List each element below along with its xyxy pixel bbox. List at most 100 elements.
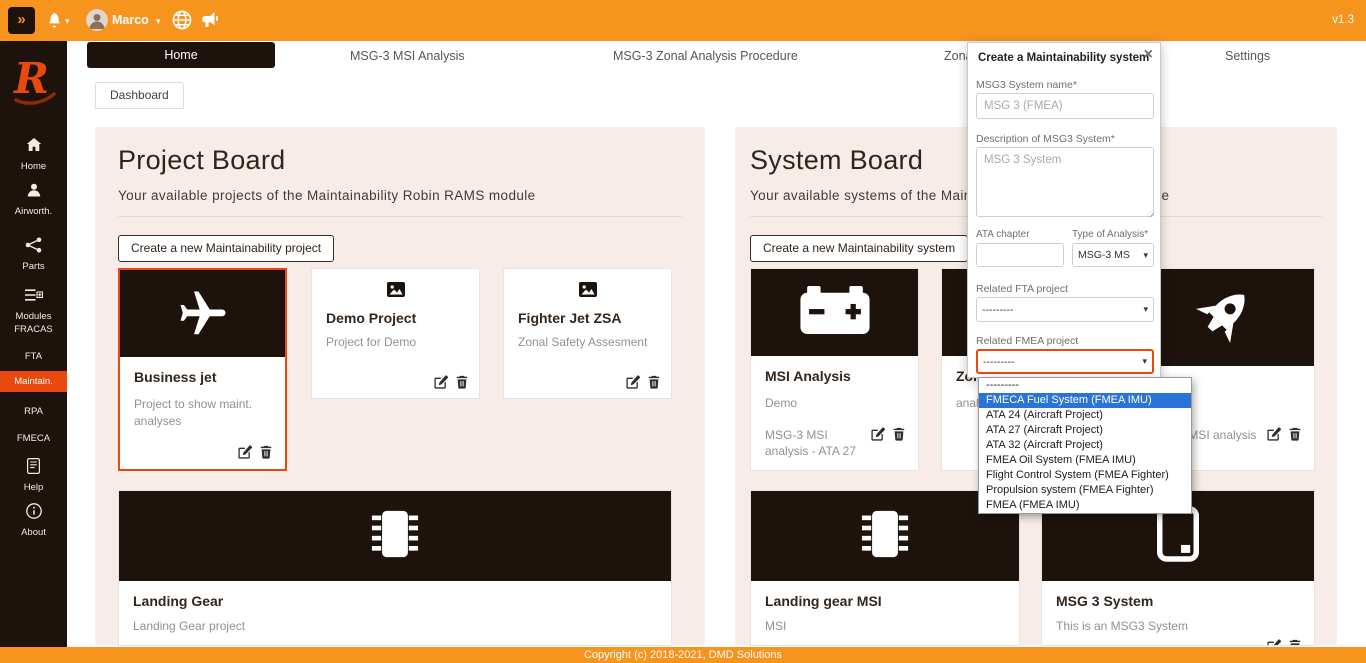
tab-dashboard[interactable]: Dashboard <box>95 82 184 109</box>
card-title: MSG 3 System <box>1056 593 1300 609</box>
tab-msg3-zonal-analysis-procedure[interactable]: MSG-3 Zonal Analysis Procedure <box>613 49 798 63</box>
sidebar-item-label: Modules <box>0 311 67 322</box>
page-title: System Board <box>750 145 923 176</box>
dropdown-option[interactable]: Propulsion system (FMEA Fighter) <box>979 483 1191 498</box>
tab-settings[interactable]: Settings <box>1225 49 1270 63</box>
app-version: v1.3 <box>1332 14 1354 26</box>
edit-icon[interactable] <box>626 375 640 389</box>
sidebar-item-label: Airworth. <box>0 206 67 217</box>
field-label: ATA chapter <box>976 229 1030 240</box>
related-fta-project-select[interactable]: ---------▾ <box>976 297 1154 322</box>
type-of-analysis-select[interactable]: MSG-3 MS ▾ <box>1072 243 1154 267</box>
double-chevron-icon: » <box>17 11 25 28</box>
megaphone-icon[interactable] <box>201 12 219 33</box>
dropdown-option[interactable]: Flight Control System (FMEA Fighter) <box>979 468 1191 483</box>
select-value: MSG-3 MS <box>1078 249 1130 261</box>
delete-icon[interactable] <box>259 445 273 459</box>
dropdown-option[interactable]: ATA 32 (Aircraft Project) <box>979 438 1191 453</box>
card-description: Project to show maint. analyses <box>134 396 266 431</box>
close-icon[interactable]: × <box>1144 46 1153 64</box>
card-description: Zonal Safety Assesment <box>518 334 657 351</box>
delete-icon[interactable] <box>647 375 661 389</box>
rocket-icon <box>1193 284 1255 351</box>
delete-icon[interactable] <box>892 427 906 441</box>
project-board-panel: Project Board Your available projects of… <box>95 127 705 645</box>
field-label: Description of MSG3 System* <box>976 133 1115 145</box>
sidebar-item-help[interactable]: Help <box>0 458 67 493</box>
card-description: MSI <box>765 618 1005 635</box>
sidebar-item-label: About <box>0 527 67 538</box>
globe-icon[interactable] <box>172 10 192 35</box>
sidebar: R Home Airworth. Parts Modules FRACAS FT… <box>0 41 67 663</box>
robin-logo: R <box>0 51 67 116</box>
chevron-down-icon: ▾ <box>1142 356 1147 367</box>
edit-icon[interactable] <box>871 427 885 441</box>
divider <box>118 216 682 217</box>
chevron-down-icon: ▾ <box>1143 250 1148 261</box>
delete-icon[interactable] <box>1288 639 1302 646</box>
sidebar-item-rpa[interactable]: RPA <box>0 406 67 417</box>
sidebar-item-label: Home <box>0 161 67 172</box>
sidebar-item-about[interactable]: About <box>0 503 67 538</box>
footer-copyright: Copyright (c) 2018-2021, DMD Solutions <box>0 647 1366 663</box>
project-card-fighter-jet-zsa[interactable]: Fighter Jet ZSA Zonal Safety Assesment <box>503 268 672 399</box>
sidebar-item-fta[interactable]: FTA <box>0 351 67 362</box>
dropdown-option[interactable]: --------- <box>979 378 1191 393</box>
sidebar-item-modules[interactable]: Modules <box>0 287 67 322</box>
sidebar-item-fmeca[interactable]: FMECA <box>0 433 67 444</box>
edit-icon[interactable] <box>238 445 252 459</box>
field-label: Type of Analysis* <box>1072 229 1148 240</box>
project-card-demo-project[interactable]: Demo Project Project for Demo <box>311 268 480 399</box>
card-description: Demo <box>765 395 904 412</box>
edit-icon[interactable] <box>434 375 448 389</box>
dropdown-option-selected[interactable]: FMECA Fuel System (FMEA IMU) <box>979 393 1191 408</box>
create-project-button[interactable]: Create a new Maintainability project <box>118 235 334 262</box>
tab-msg3-msi-analysis[interactable]: MSG-3 MSI Analysis <box>350 49 465 63</box>
edit-icon[interactable] <box>1267 639 1281 646</box>
sidebar-item-airworthiness[interactable]: Airworth. <box>0 182 67 217</box>
user-menu[interactable]: Marco <box>112 13 149 27</box>
sidebar-item-home[interactable]: Home <box>0 137 67 172</box>
msg3-system-name-input[interactable] <box>976 93 1154 119</box>
card-description: Landing Gear project <box>133 618 657 635</box>
modal-title: Create a Maintainability system <box>978 52 1149 64</box>
create-system-modal: Create a Maintainability system × MSG3 S… <box>967 42 1161 378</box>
dropdown-option[interactable]: FMEA (FMEA IMU) <box>979 498 1191 513</box>
image-placeholder-icon <box>312 269 479 302</box>
field-label: Related FTA project <box>976 283 1068 295</box>
chevron-down-icon[interactable]: ▾ <box>156 16 161 27</box>
svg-text:R: R <box>13 54 49 103</box>
dropdown-option[interactable]: ATA 24 (Aircraft Project) <box>979 408 1191 423</box>
card-title: Fighter Jet ZSA <box>518 310 657 326</box>
msg3-system-description-textarea[interactable] <box>976 147 1154 217</box>
page-title: Project Board <box>118 145 285 176</box>
sidebar-item-label: Help <box>0 482 67 493</box>
sidebar-item-label: Parts <box>0 261 67 272</box>
dropdown-option[interactable]: FMEA Oil System (FMEA IMU) <box>979 453 1191 468</box>
notifications-bell-icon[interactable] <box>47 12 62 28</box>
dropdown-option[interactable]: ATA 27 (Aircraft Project) <box>979 423 1191 438</box>
delete-icon[interactable] <box>1288 427 1302 441</box>
card-title: Landing Gear <box>133 593 657 609</box>
project-card-landing-gear[interactable]: Landing Gear Landing Gear project <box>118 490 672 646</box>
sidebar-item-fracas[interactable]: FRACAS <box>0 324 67 335</box>
delete-icon[interactable] <box>455 375 469 389</box>
field-label: MSG3 System name* <box>976 79 1077 91</box>
ata-chapter-input[interactable] <box>976 243 1064 267</box>
sidebar-item-parts[interactable]: Parts <box>0 237 67 272</box>
sidebar-item-maintainability[interactable]: Maintain. <box>0 371 67 392</box>
related-fmea-project-select[interactable]: ---------▾ <box>976 349 1154 374</box>
image-placeholder-icon <box>504 269 671 302</box>
card-description: This is an MSG3 System <box>1056 618 1300 635</box>
project-card-business-jet[interactable]: Business jet Project to show maint. anal… <box>118 268 287 471</box>
system-card-msi-analysis[interactable]: MSI Analysis Demo MSG-3 MSI analysis - A… <box>750 268 919 471</box>
phone-icon <box>1156 506 1200 567</box>
edit-icon[interactable] <box>1267 427 1281 441</box>
avatar[interactable] <box>86 9 108 31</box>
card-title: Landing gear MSI <box>765 593 1005 609</box>
create-system-button[interactable]: Create a new Maintainability system <box>750 235 968 262</box>
sidebar-toggle-button[interactable]: » <box>8 7 35 34</box>
tab-home[interactable]: Home <box>87 42 275 68</box>
chevron-down-icon[interactable]: ▾ <box>65 16 70 27</box>
card-title: Business jet <box>134 369 271 385</box>
